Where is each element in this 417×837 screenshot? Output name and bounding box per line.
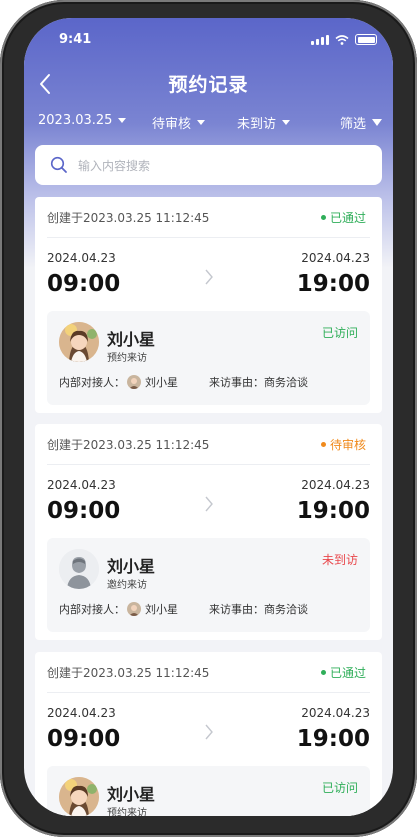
status-badge: 已通过 — [320, 209, 366, 226]
end-date: 2024.04.23 — [301, 478, 370, 492]
chevron-right-icon — [205, 724, 213, 740]
avatar — [59, 777, 99, 816]
visit-status: 未到访 — [321, 553, 358, 567]
visit-reason: 来访事由：商务洽谈 — [209, 376, 308, 389]
review-filter-label: 待审核 — [152, 117, 192, 132]
visit-type: 预约来访 — [107, 353, 147, 364]
status-badge: 已通过 — [320, 664, 366, 681]
end-time: 19:00 — [296, 726, 370, 752]
contact-name: 刘小星 — [145, 376, 178, 389]
nav-bar: 预约记录 — [24, 66, 393, 100]
end-date: 2024.04.23 — [301, 251, 370, 265]
status-label: 待审核 — [329, 438, 366, 452]
date-filter-label: 2023.03.25 — [38, 113, 113, 128]
visit-filter[interactable]: 未到访 — [237, 113, 291, 132]
contact-avatar — [127, 375, 141, 389]
divider — [47, 464, 370, 465]
status-icons — [311, 34, 377, 45]
record-card[interactable]: 创建于2023.03.25 11:12:45 已通过 2024.04.23 20… — [35, 197, 382, 413]
status-badge: 待审核 — [320, 436, 366, 453]
visitor-info: 刘小星 邀约来访 未到访 内部对接人： 刘小星 来访事由：商务洽谈 — [47, 538, 370, 632]
chevron-right-icon — [205, 496, 213, 512]
start-date: 2024.04.23 — [47, 251, 116, 265]
funnel-icon — [372, 119, 383, 126]
status-dot — [320, 215, 326, 220]
end-time: 19:00 — [296, 498, 370, 524]
divider — [47, 692, 370, 693]
date-filter[interactable]: 2023.03.25 — [38, 113, 127, 128]
contact-person: 内部对接人： 刘小星 — [59, 374, 178, 390]
status-label: 已通过 — [329, 666, 366, 680]
status-dot — [320, 670, 326, 675]
phone-frame: 9:41 预约记录 2023.03.25 待审核 未到访 筛选 输入内容搜索 创… — [0, 0, 417, 837]
record-card[interactable]: 创建于2023.03.25 11:12:45 已通过 2024.04.23 20… — [35, 652, 382, 816]
avatar — [59, 322, 99, 362]
visit-type: 预约来访 — [107, 808, 147, 816]
visit-reason: 来访事由：商务洽谈 — [209, 603, 308, 616]
created-time: 创建于2023.03.25 11:12:45 — [47, 666, 210, 680]
status-label: 已通过 — [329, 211, 366, 225]
visit-status: 已访问 — [321, 781, 358, 795]
end-time: 19:00 — [296, 271, 370, 297]
visitor-info: 刘小星 预约来访 已访问 内部对接人： 刘小星 来访事由：商务洽谈 — [47, 311, 370, 405]
start-time: 09:00 — [47, 726, 121, 752]
chevron-right-icon — [205, 269, 213, 285]
created-time: 创建于2023.03.25 11:12:45 — [47, 211, 210, 225]
end-date: 2024.04.23 — [301, 706, 370, 720]
review-filter[interactable]: 待审核 — [152, 113, 206, 132]
visit-type: 邀约来访 — [107, 580, 147, 591]
created-time: 创建于2023.03.25 11:12:45 — [47, 438, 210, 452]
visitor-name: 刘小星 — [107, 785, 156, 804]
visitor-info: 刘小星 预约来访 已访问 — [47, 766, 370, 816]
default-avatar-icon — [59, 549, 99, 589]
visitor-name: 刘小星 — [107, 557, 156, 576]
contact-avatar — [127, 602, 141, 616]
start-date: 2024.04.23 — [47, 478, 116, 492]
app-screen: 9:41 预约记录 2023.03.25 待审核 未到访 筛选 输入内容搜索 创… — [24, 18, 393, 816]
filter-button[interactable]: 筛选 — [340, 113, 383, 132]
visitor-name: 刘小星 — [107, 330, 156, 349]
search-icon — [50, 156, 67, 173]
visit-status: 已访问 — [321, 326, 358, 340]
filter-bar: 2023.03.25 待审核 未到访 筛选 — [24, 110, 393, 136]
page-title: 预约记录 — [168, 74, 249, 96]
search-placeholder: 输入内容搜索 — [78, 158, 151, 173]
visit-filter-label: 未到访 — [237, 117, 277, 132]
contact-person: 内部对接人： 刘小星 — [59, 601, 178, 617]
start-date: 2024.04.23 — [47, 706, 116, 720]
chevron-down-icon — [197, 120, 206, 125]
start-time: 09:00 — [47, 498, 121, 524]
status-time: 9:41 — [59, 32, 92, 47]
chevron-down-icon — [282, 120, 291, 125]
record-card[interactable]: 创建于2023.03.25 11:12:45 待审核 2024.04.23 20… — [35, 424, 382, 640]
contact-label: 内部对接人： — [59, 376, 125, 389]
search-input[interactable]: 输入内容搜索 — [35, 145, 382, 185]
wifi-icon — [335, 34, 349, 45]
status-bar: 9:41 — [24, 18, 393, 62]
start-time: 09:00 — [47, 271, 121, 297]
filter-label: 筛选 — [340, 117, 367, 132]
contact-label: 内部对接人： — [59, 603, 125, 616]
contact-name: 刘小星 — [145, 603, 178, 616]
battery-icon — [355, 34, 377, 45]
status-dot — [320, 442, 326, 447]
signal-icon — [311, 34, 329, 45]
chevron-down-icon — [118, 118, 127, 123]
divider — [47, 237, 370, 238]
